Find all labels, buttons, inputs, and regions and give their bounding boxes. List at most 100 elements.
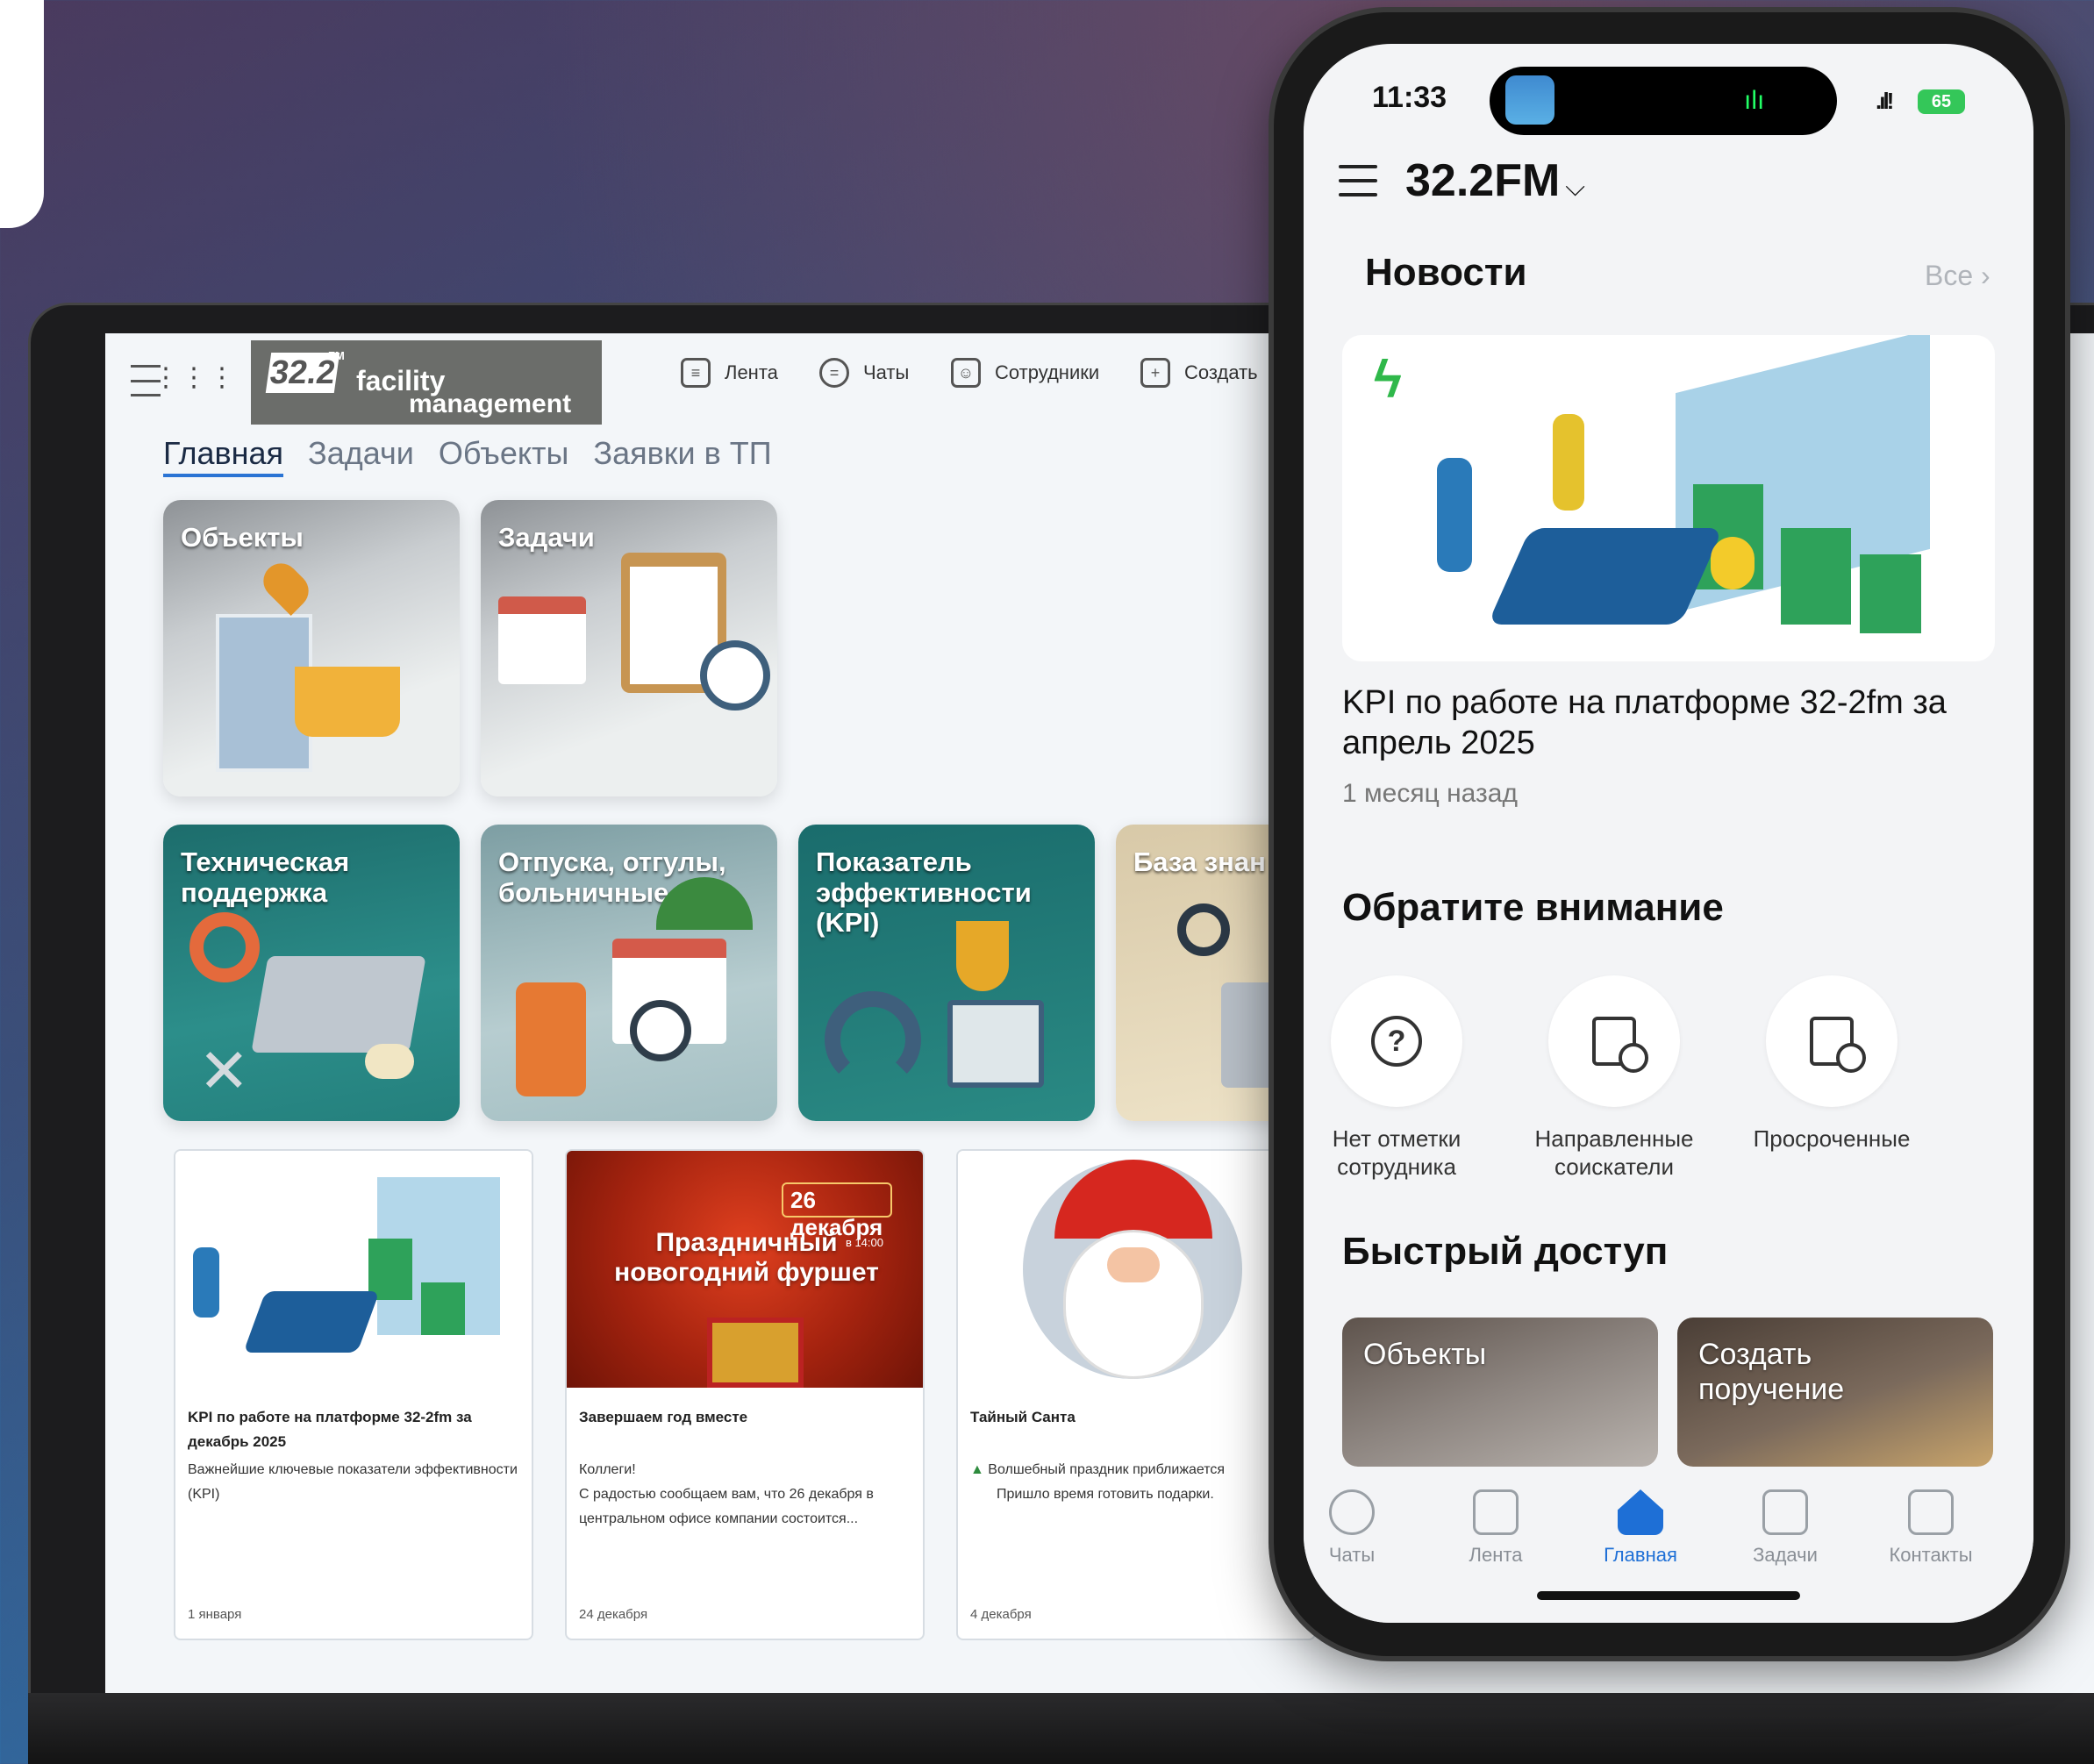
attention-no-mark[interactable]: ? Нет отметки сотрудника: [1304, 975, 1502, 1181]
logo-superscript: FM: [328, 349, 345, 362]
card-vacations[interactable]: Отпуска, отгулы, больничные: [481, 825, 777, 1121]
news-image-new-year: 26 декабря в 14:00 Праздничный новогодни…: [567, 1151, 923, 1388]
attention-candidates[interactable]: Направленные соискатели: [1509, 975, 1719, 1181]
feed-icon: ≡: [681, 358, 711, 388]
apps-grid-icon[interactable]: ⋮⋮⋮: [153, 360, 235, 395]
magnifier-icon: [1177, 903, 1230, 956]
tab-label: Контакты: [1889, 1544, 1973, 1566]
news-title: KPI по работе на платформе 32-2fm за дек…: [188, 1409, 472, 1450]
bottom-tab-bar: Чаты Лента Главная Задачи Контакты: [1304, 1475, 2033, 1623]
news-text-content: Волшебный праздник приближается Пришло в…: [988, 1462, 1226, 1502]
location-pin-icon: [256, 556, 316, 616]
news-text: ▲ Волшебный праздник приближается Пришло…: [970, 1458, 1308, 1507]
attention-icon-circle: [1548, 975, 1680, 1107]
nav-create-label: Создать: [1184, 361, 1258, 383]
workspace-switcher[interactable]: 32.2FM ⌵: [1405, 154, 1585, 207]
tab-tasks[interactable]: Задачи: [308, 435, 414, 477]
tab-chats[interactable]: Чаты: [1304, 1489, 1418, 1567]
tab-tasks[interactable]: Задачи: [1719, 1489, 1851, 1567]
card-technical-support[interactable]: Техническая поддержка ✕: [163, 825, 460, 1121]
attention-overdue[interactable]: Просроченные: [1726, 975, 1937, 1153]
tab-label: Главная: [1604, 1544, 1677, 1566]
lightbulb-icon: [1711, 537, 1755, 589]
kpi-letter-block: [1781, 528, 1851, 625]
tab-home[interactable]: Главная: [1575, 1489, 1706, 1567]
quick-access-create-assignment[interactable]: Создать поручение: [1677, 1318, 1993, 1467]
tab-label: Лента: [1469, 1544, 1523, 1566]
hamburger-menu-icon[interactable]: [1339, 165, 1377, 196]
quick-access-label: Создать поручение: [1698, 1338, 1845, 1406]
dynamic-island: ılı: [1490, 67, 1837, 135]
decorative-shape: [0, 0, 44, 228]
clock-doc-icon: [1592, 1017, 1648, 1073]
tab-contacts[interactable]: Контакты: [1865, 1489, 1997, 1567]
bolt-icon: ϟ: [1374, 350, 1402, 409]
attention-label: Нет отметки сотрудника: [1332, 1125, 1462, 1180]
news-card-new-year[interactable]: 26 декабря в 14:00 Праздничный новогодни…: [565, 1149, 925, 1640]
attention-section-title: Обратите внимание: [1342, 886, 1724, 929]
home-indicator: [1537, 1591, 1800, 1600]
chevron-down-icon: ⌵: [1565, 173, 1586, 202]
clock-doc-icon: [1810, 1017, 1866, 1073]
quick-access-section-title: Быстрый доступ: [1342, 1230, 1669, 1273]
company-logo[interactable]: 32.2 FM facility management: [251, 340, 602, 425]
plus-icon: +: [1140, 358, 1170, 388]
quick-access-objects[interactable]: Объекты: [1342, 1318, 1658, 1467]
nav-chats[interactable]: = Чаты: [819, 358, 909, 388]
news-image-kpi: [175, 1151, 532, 1388]
see-all-news-link[interactable]: Все ›: [1925, 260, 1990, 292]
chat-icon: =: [819, 358, 849, 388]
attention-icon-circle: ?: [1331, 975, 1462, 1107]
event-title: Праздничный новогодний фуршет: [614, 1228, 879, 1287]
feed-icon: [1473, 1489, 1519, 1535]
news-date: 24 декабря: [579, 1607, 648, 1622]
nav-create[interactable]: + Создать: [1140, 358, 1258, 388]
signal-icon: .ıl!: [1876, 88, 1894, 114]
attention-icon-circle: [1766, 975, 1897, 1107]
employees-icon: ☺: [951, 358, 981, 388]
status-time: 11:33: [1372, 81, 1447, 114]
card-title: Техническая поддержка: [181, 846, 350, 908]
quick-access-label: Объекты: [1363, 1338, 1487, 1371]
news-card-secret-santa[interactable]: Тайный Санта ▲ Волшебный праздник прибли…: [956, 1149, 1316, 1640]
card-objects[interactable]: Объекты: [163, 500, 460, 796]
nav-chats-label: Чаты: [863, 361, 910, 383]
news-card-kpi[interactable]: KPI по работе на платформе 32-2fm за дек…: [174, 1149, 533, 1640]
news-section-title: Новости: [1365, 251, 1527, 294]
audio-waveform-icon: ılı: [1744, 86, 1765, 115]
main-tabs: Главная Задачи Объекты Заявки в ТП: [163, 435, 772, 477]
news-image-kpi[interactable]: ϟ: [1342, 335, 1995, 661]
see-all-label: Все: [1925, 260, 1974, 291]
laptop-illustration: [251, 956, 426, 1053]
suitcase-illustration: [516, 982, 586, 1096]
clock-icon: [700, 640, 770, 711]
attention-label: Направленные соискатели: [1534, 1125, 1694, 1180]
tab-feed[interactable]: Лента: [1430, 1489, 1562, 1567]
card-tasks[interactable]: Задачи: [481, 500, 777, 796]
alarm-clock-icon: [630, 1000, 691, 1061]
tab-support-requests[interactable]: Заявки в ТП: [593, 435, 771, 477]
nav-employees-label: Сотрудники: [995, 361, 1100, 383]
card-title: Показатель эффективности (KPI): [816, 846, 1032, 939]
phone-screen: 11:33 ılı .ıl! 65 32.2FM ⌵ Новости Все › …: [1304, 44, 2033, 1623]
gift-box-illustration: [707, 1318, 804, 1388]
nav-feed[interactable]: ≡ Лента: [681, 358, 778, 388]
card-title: Задачи: [498, 522, 595, 553]
gauge-icon: [825, 991, 921, 1088]
tab-label: Задачи: [1753, 1544, 1818, 1566]
news-image-santa: [958, 1151, 1314, 1388]
nav-employees[interactable]: ☺ Сотрудники: [951, 358, 1099, 388]
news-headline[interactable]: KPI по работе на платформе 32-2fm за апр…: [1342, 682, 2009, 763]
contacts-icon: [1908, 1489, 1954, 1535]
card-kpi[interactable]: Показатель эффективности (KPI): [798, 825, 1095, 1121]
tab-home[interactable]: Главная: [163, 435, 284, 477]
tab-objects[interactable]: Объекты: [439, 435, 568, 477]
news-text: Коллеги! С радостью сообщаем вам, что 26…: [579, 1462, 874, 1526]
tasks-icon: [1762, 1489, 1808, 1535]
news-text: Важнейшие ключевые показатели эффективно…: [188, 1462, 518, 1502]
santa-face-illustration: [1107, 1247, 1160, 1282]
santa-hat-illustration: [1054, 1160, 1212, 1239]
chat-icon: [1329, 1489, 1375, 1535]
event-date-badge: 26 декабря в 14:00: [782, 1182, 892, 1249]
lifebuoy-icon: [189, 912, 260, 982]
